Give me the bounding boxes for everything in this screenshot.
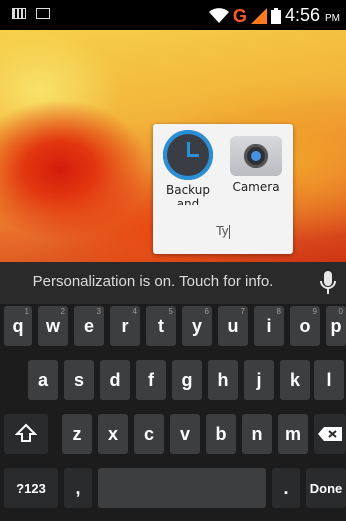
space-bar[interactable] xyxy=(98,468,266,508)
key-v[interactable]: v xyxy=(170,414,200,454)
backspace-icon xyxy=(318,427,342,441)
image-icon xyxy=(36,8,50,19)
key-row-3: z x c v b n m xyxy=(0,414,346,466)
key-n[interactable]: n xyxy=(242,414,272,454)
status-bar: G 4:56 PM xyxy=(0,0,346,30)
period-key[interactable]: . xyxy=(272,468,300,508)
key-r[interactable]: r4 xyxy=(110,306,140,346)
personalization-notice[interactable]: Personalization is on. Touch for info. xyxy=(0,273,306,290)
key-s[interactable]: s xyxy=(64,360,94,400)
camera-icon xyxy=(230,136,282,176)
key-h[interactable]: h xyxy=(208,360,238,400)
key-a[interactable]: a xyxy=(28,360,58,400)
soft-keyboard: Personalization is on. Touch for info. q… xyxy=(0,262,346,521)
key-t[interactable]: t5 xyxy=(146,306,176,346)
comma-key[interactable]: , xyxy=(64,468,92,508)
clock-ampm: PM xyxy=(325,13,340,24)
backup-icon xyxy=(163,130,213,180)
app-backup[interactable]: Backup and xyxy=(157,130,219,205)
folder-name-field[interactable]: Ty xyxy=(153,224,293,239)
network-type-label: G xyxy=(232,5,247,26)
key-z[interactable]: z xyxy=(62,414,92,454)
symbols-key[interactable]: ?123 xyxy=(4,468,58,508)
key-row-4: ?123 , . Done xyxy=(0,468,346,520)
app-label: Camera xyxy=(232,180,280,194)
key-l[interactable]: l xyxy=(314,360,344,400)
wifi-icon xyxy=(208,7,229,23)
key-w[interactable]: w2 xyxy=(38,306,68,346)
done-key[interactable]: Done xyxy=(306,468,346,508)
folder-name-value: Ty xyxy=(216,224,229,238)
key-row-2: a s d f g h j k l xyxy=(0,360,346,412)
app-label-line2: and xyxy=(176,197,200,205)
key-g[interactable]: g xyxy=(172,360,202,400)
key-c[interactable]: c xyxy=(134,414,164,454)
key-row-1: q1 w2 e3 r4 t5 y6 u7 i8 o9 p0 xyxy=(0,306,346,358)
key-d[interactable]: d xyxy=(100,360,130,400)
key-u[interactable]: u7 xyxy=(218,306,248,346)
key-x[interactable]: x xyxy=(98,414,128,454)
key-o[interactable]: o9 xyxy=(290,306,320,346)
app-camera[interactable]: Camera xyxy=(225,130,287,194)
text-cursor xyxy=(228,224,230,239)
mic-icon[interactable] xyxy=(318,270,338,296)
key-p[interactable]: p0 xyxy=(326,306,346,346)
key-f[interactable]: f xyxy=(136,360,166,400)
clock-time: 4:56 xyxy=(284,5,320,25)
clock: 4:56 PM xyxy=(285,5,340,26)
keyboard-icon xyxy=(12,8,26,19)
key-i[interactable]: i8 xyxy=(254,306,284,346)
key-j[interactable]: j xyxy=(244,360,274,400)
key-q[interactable]: q1 xyxy=(4,306,32,346)
folder-popup: Backup and Camera Ty xyxy=(153,124,293,254)
key-e[interactable]: e3 xyxy=(74,306,104,346)
shift-key[interactable] xyxy=(4,414,48,454)
key-k[interactable]: k xyxy=(280,360,310,400)
suggestion-bar[interactable]: Personalization is on. Touch for info. xyxy=(0,262,346,304)
key-m[interactable]: m xyxy=(278,414,308,454)
key-b[interactable]: b xyxy=(206,414,236,454)
backspace-key[interactable] xyxy=(314,414,346,454)
battery-icon xyxy=(270,7,281,24)
shift-icon xyxy=(15,423,37,442)
key-y[interactable]: y6 xyxy=(182,306,212,346)
app-label-line1: Backup xyxy=(166,183,210,197)
signal-icon xyxy=(250,7,267,24)
